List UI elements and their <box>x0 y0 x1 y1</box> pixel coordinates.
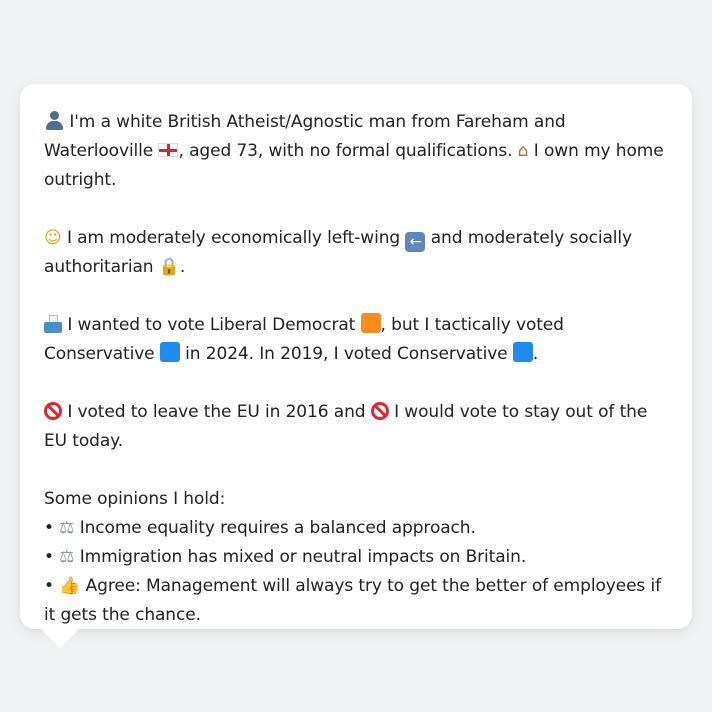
person-icon <box>44 110 64 130</box>
intro-text-b: , aged 73, with no formal qualifications… <box>178 141 513 161</box>
opinions-heading: Some opinions I hold: <box>44 489 226 509</box>
politics-text-c: . <box>179 257 186 277</box>
opinion-item: • 👍 Agree: Management will always try to… <box>44 572 672 630</box>
eu-text-a: I voted to leave the EU in 2016 and <box>67 402 366 422</box>
politics-text-a: I am moderately economically left-wing <box>66 228 401 248</box>
blue-square-icon <box>159 342 180 362</box>
left-arrow-icon: ← <box>405 232 426 252</box>
scales-icon: ⚖ <box>59 518 75 538</box>
blue-square-icon <box>512 342 533 362</box>
lock-icon: 🔒 <box>158 257 180 277</box>
bullet: • <box>44 576 54 596</box>
thumbs-up-icon: 👍 <box>59 576 81 596</box>
vote-text-d: . <box>532 344 539 364</box>
orange-square-icon <box>360 313 381 333</box>
vote-text-a: I wanted to vote Liberal Democrat <box>67 315 356 335</box>
opinion-text: Agree: Management will always try to get… <box>44 576 661 625</box>
opinion-item: • ⚖ Income equality requires a balanced … <box>44 514 672 543</box>
opinion-text: Income equality requires a balanced appr… <box>79 518 476 538</box>
bullet: • <box>44 518 54 538</box>
no-entry-icon <box>44 402 62 420</box>
bullet: • <box>44 547 54 567</box>
intro-paragraph: I'm a white British Atheist/Agnostic man… <box>44 108 672 195</box>
house-icon: ⌂ <box>517 141 529 161</box>
thinking-face-icon: ☺ <box>44 228 62 248</box>
scales-icon: ⚖ <box>59 547 75 567</box>
profile-card: I'm a white British Atheist/Agnostic man… <box>20 84 692 629</box>
england-flag-icon <box>158 143 179 157</box>
opinion-item: • ⚖ Immigration has mixed or neutral imp… <box>44 543 672 572</box>
speech-bubble-tail <box>40 628 80 648</box>
vote-text-c: in 2024. In 2019, I voted Conservative <box>185 344 508 364</box>
vote-paragraph: I wanted to vote Liberal Democrat , but … <box>44 311 672 369</box>
no-entry-icon <box>370 402 389 420</box>
politics-paragraph: ☺ I am moderately economically left-wing… <box>44 224 672 282</box>
eu-paragraph: I voted to leave the EU in 2016 and I wo… <box>44 398 672 456</box>
opinion-text: Immigration has mixed or neutral impacts… <box>79 547 527 567</box>
ballot-box-icon <box>44 315 62 333</box>
